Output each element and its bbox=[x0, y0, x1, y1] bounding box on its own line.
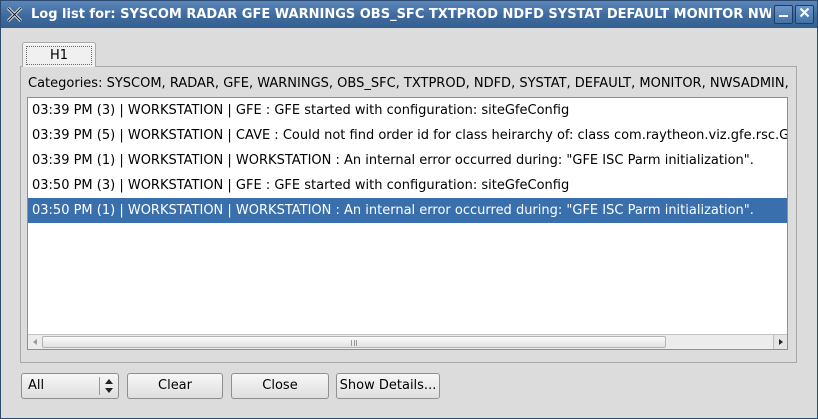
scroll-left-button[interactable] bbox=[28, 335, 42, 349]
close-icon bbox=[799, 7, 810, 22]
x-icon[interactable] bbox=[6, 6, 23, 23]
horizontal-scrollbar[interactable] bbox=[28, 334, 787, 349]
chevron-right-icon bbox=[777, 335, 785, 350]
close-window-button[interactable] bbox=[795, 5, 814, 24]
log-list-window: Log list for: SYSCOM RADAR GFE WARNINGS … bbox=[0, 0, 818, 419]
categories-label: Categories: SYSCOM, RADAR, GFE, WARNINGS… bbox=[28, 76, 790, 91]
filter-select[interactable]: All bbox=[21, 373, 119, 399]
select-divider bbox=[99, 377, 100, 395]
chevron-left-icon bbox=[31, 335, 39, 350]
log-entry[interactable]: 03:39 PM (3) | WORKSTATION | GFE : GFE s… bbox=[28, 98, 787, 123]
scroll-right-button[interactable] bbox=[773, 335, 787, 349]
tab-h1[interactable]: H1 bbox=[22, 42, 96, 67]
up-down-arrows-icon bbox=[104, 377, 114, 395]
log-entry[interactable]: 03:39 PM (1) | WORKSTATION | WORKSTATION… bbox=[28, 148, 787, 173]
minimize-icon bbox=[778, 7, 789, 22]
grip-icon bbox=[351, 340, 357, 346]
filter-select-value: All bbox=[28, 378, 45, 393]
close-button[interactable]: Close bbox=[231, 373, 329, 399]
show-details-button[interactable]: Show Details... bbox=[336, 373, 440, 399]
title-bar[interactable]: Log list for: SYSCOM RADAR GFE WARNINGS … bbox=[1, 1, 817, 28]
log-entry[interactable]: 03:39 PM (5) | WORKSTATION | CAVE : Coul… bbox=[28, 123, 787, 148]
log-list[interactable]: 03:39 PM (3) | WORKSTATION | GFE : GFE s… bbox=[27, 97, 788, 350]
log-entry[interactable]: 03:50 PM (3) | WORKSTATION | GFE : GFE s… bbox=[28, 173, 787, 198]
log-entry-selected[interactable]: 03:50 PM (1) | WORKSTATION | WORKSTATION… bbox=[28, 198, 787, 223]
minimize-button[interactable] bbox=[774, 5, 793, 24]
clear-button[interactable]: Clear bbox=[127, 373, 223, 399]
scrollbar-thumb[interactable] bbox=[42, 336, 666, 348]
window-title: Log list for: SYSCOM RADAR GFE WARNINGS … bbox=[31, 7, 771, 22]
tab-focus-ring bbox=[26, 46, 92, 65]
